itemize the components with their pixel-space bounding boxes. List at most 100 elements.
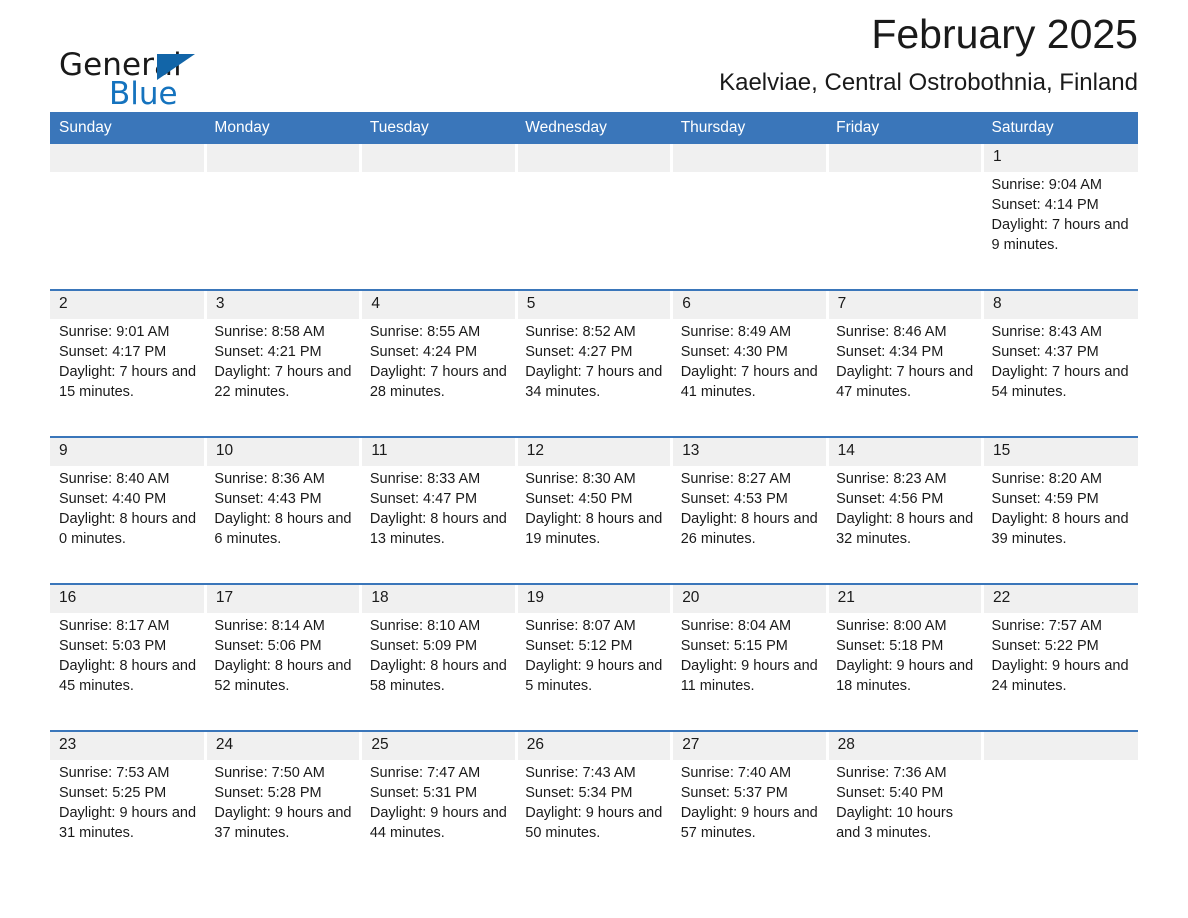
day-number[interactable]: 21 [825,585,985,613]
day-number[interactable]: 11 [359,438,518,466]
sunset-text: Sunset: 4:40 PM [59,491,167,507]
week-5-detail-row: Sunrise: 7:53 AM Sunset: 5:25 PM Dayligh… [50,760,1138,859]
day-detail: Sunrise: 8:40 AM Sunset: 4:40 PM Dayligh… [50,466,206,565]
day-number[interactable]: 23 [50,732,207,760]
weekday-header-friday: Friday [827,112,983,144]
day-detail: Sunrise: 7:36 AM Sunset: 5:40 PM Dayligh… [827,760,983,859]
sunset-text: Sunset: 5:28 PM [214,785,322,801]
daylight-text: Daylight: 8 hours and 52 minutes. [214,658,352,694]
day-detail-empty [982,760,1138,859]
sunset-text: Sunset: 5:37 PM [680,785,788,801]
week-4-daynum-row: 16 17 18 19 20 21 22 [50,585,1138,613]
sunrise-text: Sunrise: 8:30 AM [525,471,636,487]
daylight-text: Daylight: 7 hours and 22 minutes. [214,364,352,400]
daylight-text: Daylight: 7 hours and 41 minutes. [680,364,818,400]
day-number[interactable]: 25 [359,732,518,760]
day-number[interactable]: 15 [981,438,1138,466]
day-number[interactable]: 22 [981,585,1138,613]
sunset-text: Sunset: 5:18 PM [836,638,944,654]
day-cell-empty [825,144,985,172]
sunrise-text: Sunrise: 8:04 AM [680,618,792,634]
daylight-text: Daylight: 9 hours and 57 minutes. [680,805,818,841]
sunset-text: Sunset: 4:21 PM [214,344,322,360]
daylight-text: Daylight: 7 hours and 9 minutes. [991,217,1129,253]
day-number[interactable]: 1 [981,144,1138,172]
day-detail: Sunrise: 7:57 AM Sunset: 5:22 PM Dayligh… [982,613,1138,712]
logo-blue-text: Blue [109,76,178,112]
day-detail: Sunrise: 8:23 AM Sunset: 4:56 PM Dayligh… [827,466,983,565]
week-gap [50,271,1138,289]
weekday-header-monday: Monday [205,112,361,144]
sunrise-text: Sunrise: 7:57 AM [991,618,1102,634]
day-number[interactable]: 3 [203,291,363,319]
daylight-text: Daylight: 8 hours and 26 minutes. [680,511,818,547]
sunrise-text: Sunrise: 8:36 AM [214,471,325,487]
day-detail: Sunrise: 8:55 AM Sunset: 4:24 PM Dayligh… [360,319,517,418]
day-detail: Sunrise: 8:10 AM Sunset: 5:09 PM Dayligh… [360,613,517,712]
day-detail: Sunrise: 7:53 AM Sunset: 5:25 PM Dayligh… [50,760,206,859]
day-number[interactable]: 27 [670,732,829,760]
sunrise-text: Sunrise: 8:52 AM [525,324,636,340]
day-number[interactable]: 16 [50,585,207,613]
day-number[interactable]: 28 [825,732,985,760]
day-number[interactable]: 5 [514,291,674,319]
sunrise-text: Sunrise: 7:36 AM [836,765,947,781]
sunrise-text: Sunrise: 8:00 AM [836,618,947,634]
sunrise-text: Sunrise: 8:40 AM [59,471,170,487]
day-cell-empty [50,144,207,172]
sunset-text: Sunset: 5:34 PM [525,785,633,801]
day-cell-empty [981,732,1138,760]
sunset-text: Sunset: 4:47 PM [369,491,478,507]
day-detail: Sunrise: 7:50 AM Sunset: 5:28 PM Dayligh… [205,760,361,859]
day-number[interactable]: 9 [50,438,207,466]
day-number[interactable]: 4 [359,291,518,319]
day-detail: Sunrise: 7:43 AM Sunset: 5:34 PM Dayligh… [516,760,672,859]
daylight-text: Daylight: 8 hours and 6 minutes. [214,511,352,547]
daylight-text: Daylight: 9 hours and 24 minutes. [991,658,1129,694]
sunrise-sunset-calendar: Sunday Monday Tuesday Wednesday Thursday… [50,112,1138,859]
day-number[interactable]: 7 [825,291,985,319]
day-detail: Sunrise: 8:33 AM Sunset: 4:47 PM Dayligh… [360,466,517,565]
sunset-text: Sunset: 4:43 PM [214,491,322,507]
day-cell-empty [203,144,363,172]
day-number[interactable]: 19 [514,585,674,613]
sunrise-text: Sunrise: 8:43 AM [991,324,1102,340]
day-number[interactable]: 17 [203,585,363,613]
day-number[interactable]: 12 [514,438,674,466]
sunset-text: Sunset: 5:22 PM [991,638,1099,654]
day-number[interactable]: 18 [359,585,518,613]
weekday-header-row: Sunday Monday Tuesday Wednesday Thursday… [50,112,1138,144]
general-blue-logo[interactable]: General Blue [59,48,319,112]
sunrise-text: Sunrise: 7:43 AM [525,765,636,781]
sunset-text: Sunset: 4:53 PM [680,491,788,507]
day-detail: Sunrise: 8:30 AM Sunset: 4:50 PM Dayligh… [516,466,672,565]
sunrise-text: Sunrise: 8:58 AM [214,324,325,340]
day-number[interactable]: 10 [203,438,363,466]
day-detail: Sunrise: 9:04 AM Sunset: 4:14 PM Dayligh… [982,172,1138,271]
day-number[interactable]: 13 [670,438,829,466]
sunset-text: Sunset: 5:06 PM [214,638,322,654]
day-number[interactable]: 8 [981,291,1138,319]
day-number[interactable]: 2 [50,291,207,319]
daylight-text: Daylight: 9 hours and 11 minutes. [680,658,818,694]
day-detail-empty [516,172,672,271]
day-number[interactable]: 20 [670,585,829,613]
day-number[interactable]: 26 [514,732,674,760]
sunset-text: Sunset: 5:25 PM [59,785,167,801]
sunrise-text: Sunrise: 8:14 AM [214,618,325,634]
day-number[interactable]: 6 [670,291,829,319]
sunset-text: Sunset: 5:09 PM [369,638,478,654]
week-2-daynum-row: 2 3 4 5 6 7 8 [50,291,1138,319]
sunset-text: Sunset: 5:03 PM [59,638,167,654]
sunset-text: Sunset: 5:12 PM [525,638,633,654]
day-number[interactable]: 24 [203,732,363,760]
day-detail: Sunrise: 8:36 AM Sunset: 4:43 PM Dayligh… [205,466,361,565]
sunrise-text: Sunrise: 8:07 AM [525,618,636,634]
sunrise-text: Sunrise: 8:55 AM [369,324,481,340]
day-detail: Sunrise: 8:46 AM Sunset: 4:34 PM Dayligh… [827,319,983,418]
day-number[interactable]: 14 [825,438,985,466]
day-detail: Sunrise: 8:00 AM Sunset: 5:18 PM Dayligh… [827,613,983,712]
sunrise-text: Sunrise: 7:50 AM [214,765,325,781]
day-detail: Sunrise: 8:14 AM Sunset: 5:06 PM Dayligh… [205,613,361,712]
day-detail: Sunrise: 8:17 AM Sunset: 5:03 PM Dayligh… [50,613,206,712]
